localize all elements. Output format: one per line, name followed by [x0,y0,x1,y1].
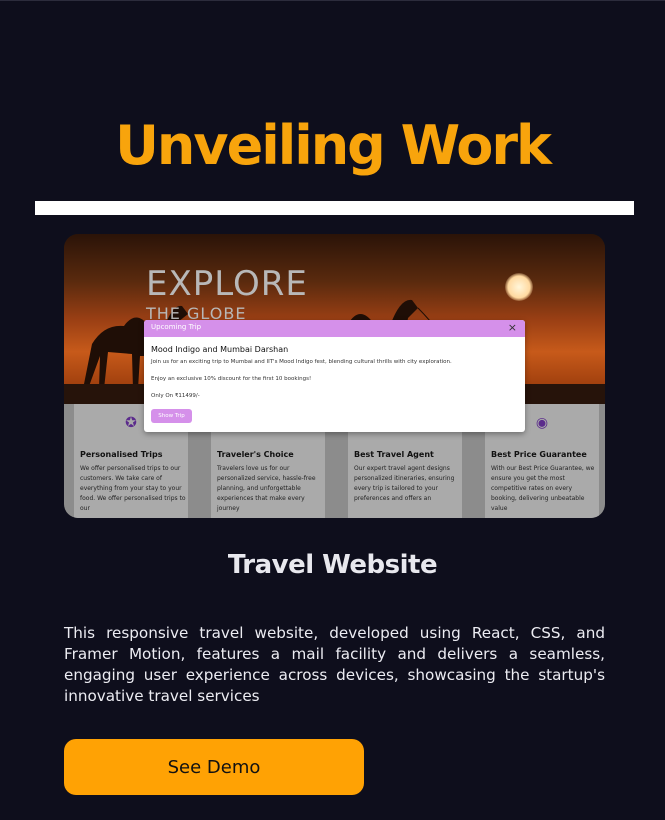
feature-body: Travelers love us for our personalized s… [217,465,316,512]
feature-title: Best Price Guarantee [491,450,587,459]
feature-body: Our expert travel agent designs personal… [354,465,455,502]
project-description: This responsive travel website, develope… [64,624,605,705]
project-screenshot: EXPLORE THE GLOBE ✪ Personalised Trips W… [64,234,605,518]
modal-header: Upcoming Trip × [144,320,525,337]
section-title: Unveiling Work [115,114,552,177]
trip-price: Only On ₹11499/- [151,393,200,399]
trip-offer: Enjoy an exclusive 10% discount for the … [151,376,312,382]
upcoming-trip-modal: Upcoming Trip × Mood Indigo and Mumbai D… [144,320,525,432]
badge-icon: ◉ [535,415,549,431]
trip-description: Join us for an exciting trip to Mumbai a… [151,359,452,365]
title-divider [35,201,634,215]
feature-title: Best Travel Agent [354,450,434,459]
feature-title: Personalised Trips [80,450,163,459]
feature-body: With our Best Price Guarantee, we ensure… [491,465,595,512]
medal-icon: ✪ [125,415,137,431]
trip-name: Mood Indigo and Mumbai Darshan [151,345,289,354]
hero-heading: EXPLORE [146,264,308,304]
top-border [0,0,665,1]
project-title: Travel Website [227,550,438,580]
feature-title: Traveler's Choice [217,450,294,459]
see-demo-button[interactable]: See Demo [64,739,364,795]
show-trip-button[interactable]: Show Trip [151,409,192,423]
modal-header-label: Upcoming Trip [151,323,202,331]
feature-body: We offer personalised trips to our custo… [80,465,186,512]
close-icon[interactable]: × [508,321,517,334]
